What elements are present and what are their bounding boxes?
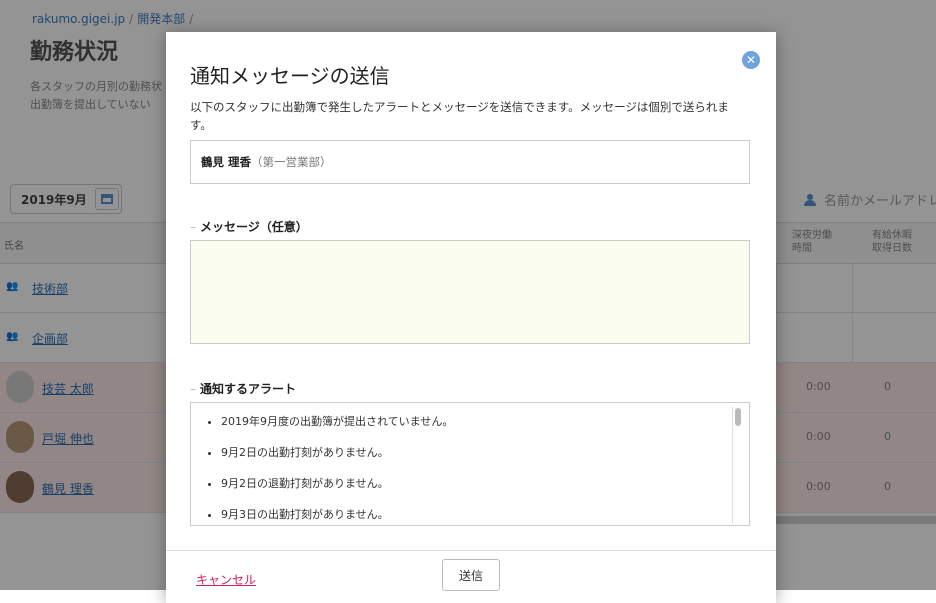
staff-recipient: 鶴見 理香（第一営業部） — [190, 140, 750, 184]
send-button[interactable]: 送信 — [442, 559, 500, 591]
staff-department: （第一営業部） — [251, 155, 332, 169]
cancel-link[interactable]: キャンセル — [196, 571, 256, 588]
modal-footer: キャンセル 送信 — [166, 550, 776, 603]
staff-name: 鶴見 理香 — [201, 155, 252, 169]
modal-description: 以下のスタッフに出勤簿で発生したアラートとメッセージを送信できます。メッセージは… — [190, 100, 729, 132]
message-textarea[interactable] — [190, 240, 750, 344]
list-item: 9月3日の出勤打刻がありません。 — [221, 502, 749, 525]
list-item: 2019年9月度の出勤簿が提出されていません。 — [221, 409, 749, 440]
vertical-scrollbar[interactable] — [732, 407, 745, 523]
alerts-label: – 通知するアラート — [190, 382, 297, 396]
alert-list[interactable]: 2019年9月度の出勤簿が提出されていません。 9月2日の出勤打刻がありません。… — [190, 402, 750, 526]
close-icon[interactable]: ✕ — [742, 51, 760, 69]
scrollbar-thumb[interactable] — [735, 408, 741, 426]
modal-title: 通知メッセージの送信 — [190, 64, 390, 88]
list-item: 9月2日の退勤打刻がありません。 — [221, 471, 749, 502]
message-label: – メッセージ（任意） — [190, 220, 308, 234]
list-item: 9月2日の出勤打刻がありません。 — [221, 440, 749, 471]
notification-modal: ✕ 通知メッセージの送信 以下のスタッフに出勤簿で発生したアラートとメッセージを… — [166, 32, 776, 603]
